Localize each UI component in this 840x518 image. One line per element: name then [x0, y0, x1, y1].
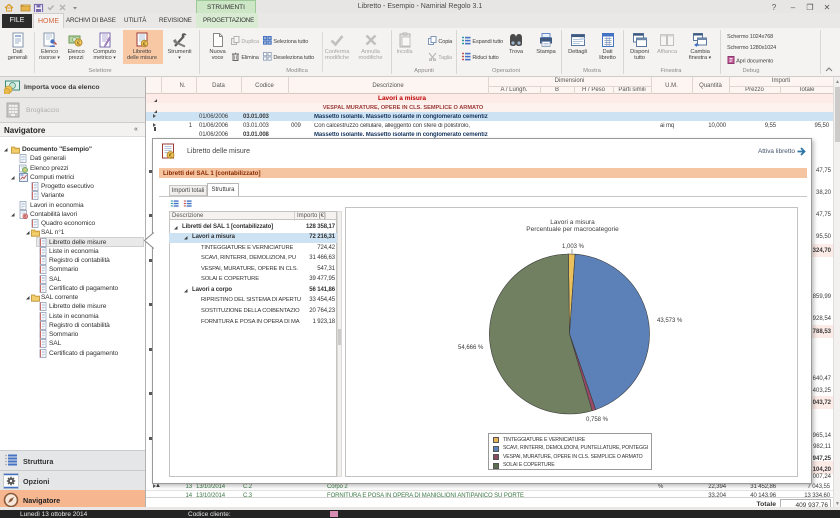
- svg-text:€: €: [24, 214, 26, 218]
